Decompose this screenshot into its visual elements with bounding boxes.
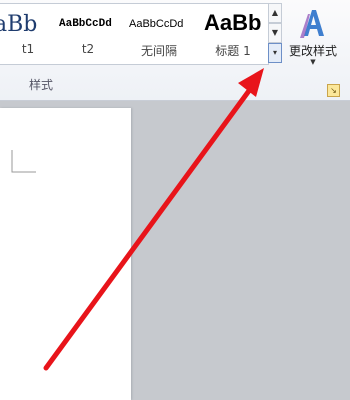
margin-corner-mark: [11, 150, 36, 173]
style-t1[interactable]: aBb t1: [0, 4, 56, 64]
change-styles-label: 更改样式: [288, 44, 337, 58]
styles-group-label: 样式: [28, 78, 53, 92]
style-sample: AaBb: [204, 10, 262, 35]
style-label: t1: [21, 42, 35, 56]
ribbon: aBb t1 AaBbCcDd t2 AaBbCcDd 无间隔 AaBb 标题 …: [0, 0, 350, 101]
gallery-scrollbar: ▲ ▼ ▾: [268, 3, 282, 65]
scroll-up-button[interactable]: ▲: [268, 3, 282, 23]
style-label: 无间隔: [140, 44, 177, 58]
change-styles-icon: [300, 10, 324, 38]
style-label: t2: [81, 42, 95, 56]
scroll-down-button[interactable]: ▼: [268, 23, 282, 43]
style-label: 标题 1: [215, 44, 251, 58]
dialog-launcher-icon[interactable]: ↘: [327, 84, 340, 97]
change-styles-button[interactable]: 更改样式 ▼: [284, 4, 342, 68]
style-sample: AaBbCcDd: [129, 18, 184, 30]
style-sample: AaBbCcDd: [59, 18, 112, 30]
style-sample: aBb: [0, 12, 38, 37]
more-styles-button[interactable]: ▾: [268, 43, 282, 63]
styles-gallery: aBb t1 AaBbCcDd t2 AaBbCcDd 无间隔 AaBb 标题 …: [0, 3, 269, 65]
chevron-down-icon: ▼: [310, 58, 316, 66]
style-no-spacing[interactable]: AaBbCcDd 无间隔: [124, 4, 194, 64]
style-heading-1[interactable]: AaBb 标题 1: [198, 4, 268, 64]
style-t2[interactable]: AaBbCcDd t2: [56, 4, 120, 64]
